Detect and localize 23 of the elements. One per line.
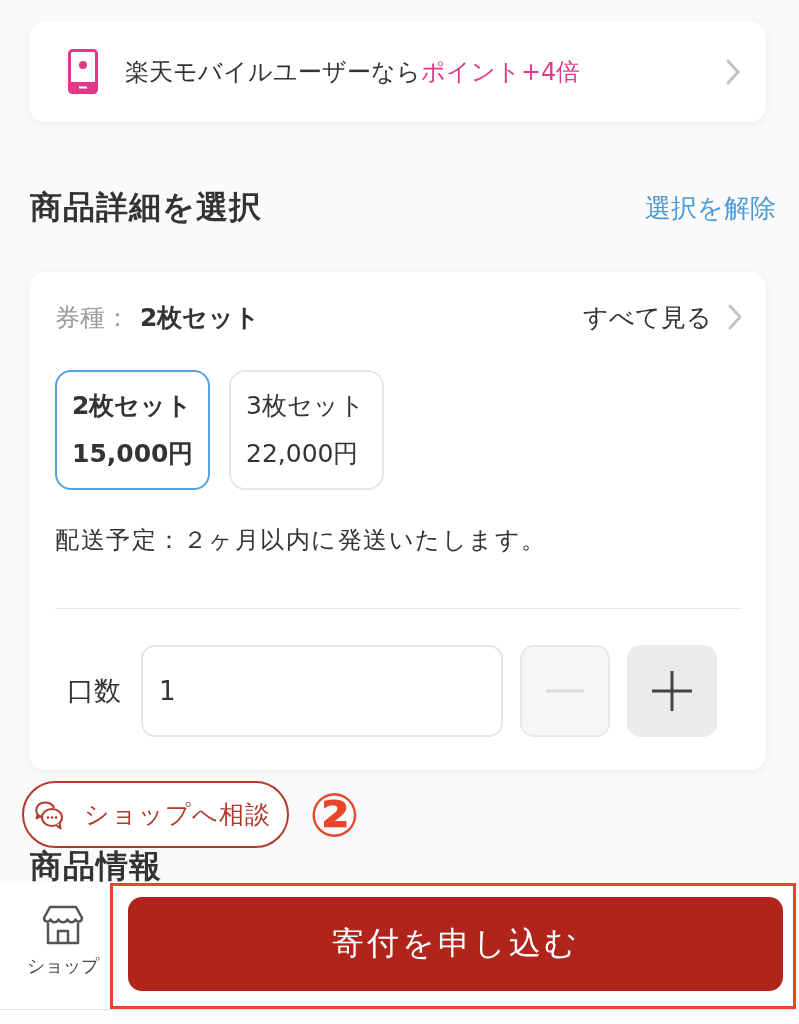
chevron-icon — [728, 304, 742, 330]
promo-banner[interactable]: 楽天モバイルユーザーならポイント+4倍 — [29, 21, 766, 122]
chat-bubbles-icon — [34, 799, 64, 830]
variant-option[interactable]: 2枚セット 15,000円 — [55, 370, 210, 490]
ticket-type-label: 券種： — [55, 301, 130, 334]
section-title: 商品詳細を選択 — [30, 187, 262, 228]
apply-donation-button[interactable]: 寄付を申し込む — [128, 897, 783, 991]
ticket-type-value: 2枚セット — [140, 301, 261, 334]
chevron-icon — [726, 58, 740, 85]
plus-icon — [652, 671, 692, 711]
store-icon — [42, 905, 84, 945]
promo-text: 楽天モバイルユーザーならポイント+4倍 — [125, 56, 582, 88]
shop-consult-button[interactable]: ショップへ相談 — [22, 781, 289, 848]
product-info-heading: 商品情報 — [30, 847, 162, 885]
delivery-note: 配送予定：２ヶ月以内に発送いたします。 — [55, 526, 548, 554]
quantity-field[interactable]: 1 — [141, 645, 503, 737]
quantity-label: 口数 — [66, 674, 122, 708]
step-number-annotation: ② — [309, 784, 360, 845]
see-all-link[interactable]: すべて見る — [583, 300, 742, 334]
increase-button[interactable] — [627, 645, 717, 737]
variant-option[interactable]: 3枚セット 22,000円 — [229, 370, 384, 490]
shop-tab[interactable]: ショップ — [0, 883, 110, 1009]
phone-icon — [68, 49, 98, 94]
